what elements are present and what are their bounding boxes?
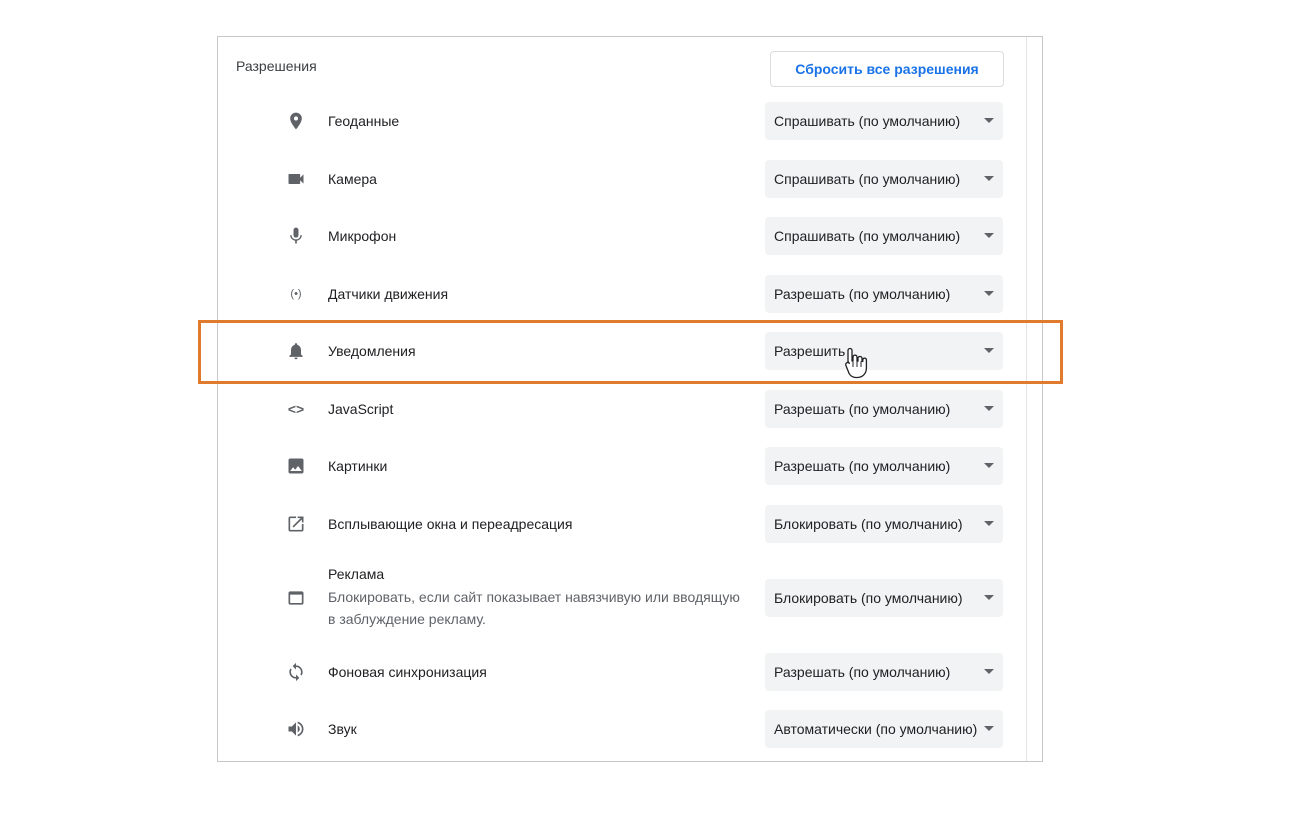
motion-sensors-permission-select[interactable]: Разрешать (по умолчанию) — [765, 275, 1003, 313]
dropdown-arrow-icon — [984, 726, 994, 731]
camera-icon — [284, 167, 308, 191]
microphone-permission-select[interactable]: Спрашивать (по умолчанию) — [765, 217, 1003, 255]
popup-icon — [284, 512, 308, 536]
images-permission-select[interactable]: Разрешать (по умолчанию) — [765, 447, 1003, 485]
permission-row-background-sync: Фоновая синхронизация Разрешать (по умол… — [218, 653, 1026, 691]
permission-row-sound: Звук Автоматически (по умолчанию) — [218, 710, 1026, 748]
permission-row-microphone: Микрофон Спрашивать (по умолчанию) — [218, 217, 1026, 255]
permission-label: Микрофон — [328, 228, 397, 244]
code-icon: <> — [287, 401, 305, 417]
sync-icon — [284, 660, 308, 684]
notifications-highlight-box — [198, 320, 1063, 384]
dropdown-arrow-icon — [984, 176, 994, 181]
select-value: Спрашивать (по умолчанию) — [774, 171, 961, 187]
permission-label: Реклама — [328, 566, 385, 582]
select-value: Разрешать (по умолчанию) — [774, 458, 951, 474]
permission-label: JavaScript — [328, 401, 394, 417]
dropdown-arrow-icon — [984, 291, 994, 296]
permission-label: Звук — [328, 721, 357, 737]
permission-label: Камера — [328, 171, 377, 187]
popups-permission-select[interactable]: Блокировать (по умолчанию) — [765, 505, 1003, 543]
javascript-permission-select[interactable]: Разрешать (по умолчанию) — [765, 390, 1003, 428]
dropdown-arrow-icon — [984, 669, 994, 674]
permission-row-ads: Реклама Блокировать, если сайт показывае… — [218, 562, 1026, 634]
permission-label: Всплывающие окна и переадресация — [328, 516, 573, 532]
permission-row-motion-sensors: (•) Датчики движения Разрешать (по умолч… — [218, 275, 1026, 313]
permission-row-location: Геоданные Спрашивать (по умолчанию) — [218, 102, 1026, 140]
dropdown-arrow-icon — [984, 406, 994, 411]
permission-row-images: Картинки Разрешать (по умолчанию) — [218, 447, 1026, 485]
permission-row-popups: Всплывающие окна и переадресация Блокиро… — [218, 505, 1026, 543]
speaker-icon — [284, 717, 308, 741]
section-title: Разрешения — [236, 58, 317, 74]
dropdown-arrow-icon — [984, 521, 994, 526]
select-value: Разрешать (по умолчанию) — [774, 664, 951, 680]
hand-pointer-cursor-icon — [845, 347, 868, 379]
background-sync-permission-select[interactable]: Разрешать (по умолчанию) — [765, 653, 1003, 691]
motion-sensor-icon: (•) — [290, 288, 302, 300]
location-pin-icon — [284, 109, 308, 133]
dropdown-arrow-icon — [984, 595, 994, 600]
select-value: Спрашивать (по умолчанию) — [774, 113, 961, 129]
scrollbar[interactable] — [1026, 37, 1027, 761]
select-value: Спрашивать (по умолчанию) — [774, 228, 961, 244]
dropdown-arrow-icon — [984, 118, 994, 123]
permission-label: Датчики движения — [328, 286, 449, 302]
ads-icon — [284, 586, 308, 610]
select-value: Разрешать (по умолчанию) — [774, 401, 951, 417]
permission-row-camera: Камера Спрашивать (по умолчанию) — [218, 160, 1026, 198]
select-value: Блокировать (по умолчанию) — [774, 516, 963, 532]
image-icon — [284, 454, 308, 478]
dropdown-arrow-icon — [984, 463, 994, 468]
location-permission-select[interactable]: Спрашивать (по умолчанию) — [765, 102, 1003, 140]
select-value: Автоматически (по умолчанию) — [774, 721, 978, 737]
microphone-icon — [284, 224, 308, 248]
sound-permission-select[interactable]: Автоматически (по умолчанию) — [765, 710, 1003, 748]
permission-label: Фоновая синхронизация — [328, 664, 487, 680]
dropdown-arrow-icon — [984, 233, 994, 238]
permission-label: Геоданные — [328, 113, 400, 129]
select-value: Блокировать (по умолчанию) — [774, 590, 963, 606]
ads-permission-select[interactable]: Блокировать (по умолчанию) — [765, 579, 1003, 617]
reset-all-permissions-button[interactable]: Сбросить все разрешения — [770, 51, 1004, 87]
select-value: Разрешать (по умолчанию) — [774, 286, 951, 302]
permission-row-javascript: <> JavaScript Разрешать (по умолчанию) — [218, 390, 1026, 428]
permission-label: Картинки — [328, 458, 388, 474]
camera-permission-select[interactable]: Спрашивать (по умолчанию) — [765, 160, 1003, 198]
permission-description: Блокировать, если сайт показывает навязч… — [328, 589, 740, 627]
